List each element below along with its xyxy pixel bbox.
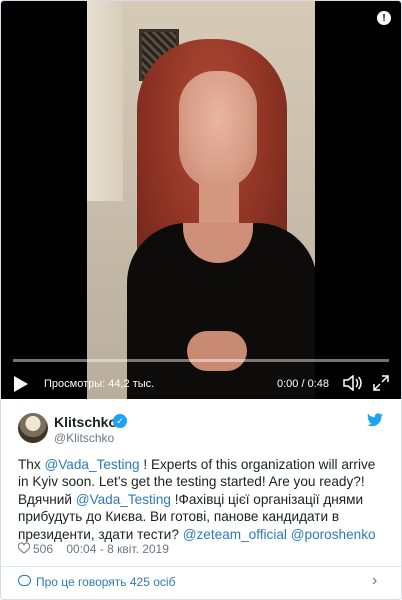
twitter-bird-icon[interactable] <box>367 413 383 432</box>
tweet-timestamp[interactable]: 00:04 - 8 квіт. 2019 <box>66 542 169 556</box>
play-icon[interactable] <box>14 376 28 392</box>
conversation-label: Про це говорять 425 осіб <box>36 575 176 589</box>
fullscreen-icon[interactable] <box>373 375 389 396</box>
like-count: 506 <box>33 542 54 556</box>
view-count: Просмотры: 44,2 тыс. <box>44 378 155 390</box>
author-handle[interactable]: @Klitschko <box>54 431 114 445</box>
tweet-text: Thx @Vada_Testing ! Experts of this orga… <box>18 456 388 543</box>
verified-icon: ✓ <box>113 414 127 428</box>
mention-link[interactable]: @zeteam_official <box>183 527 287 542</box>
heart-icon <box>18 542 30 554</box>
tweet-card: ! Просмотры: 44,2 тыс. 0:00 / 0:48 Klits… <box>0 0 402 600</box>
tweet-text-segment: Thx <box>18 457 45 472</box>
comment-bubble-icon <box>18 575 31 586</box>
conversation-link[interactable]: Про це говорять 425 осіб › <box>1 567 401 599</box>
video-controls: Просмотры: 44,2 тыс. 0:00 / 0:48 <box>1 369 401 399</box>
video-frame <box>87 1 315 399</box>
mention-link[interactable]: @Vada_Testing <box>76 492 171 507</box>
info-icon[interactable]: ! <box>377 11 391 25</box>
mention-link[interactable]: @poroshenko <box>291 527 376 542</box>
chevron-right-icon: › <box>372 572 378 589</box>
video-time: 0:00 / 0:48 <box>277 378 329 390</box>
author-name[interactable]: Klitschko <box>54 414 117 430</box>
volume-icon[interactable] <box>343 374 363 396</box>
video-player[interactable]: ! Просмотры: 44,2 тыс. 0:00 / 0:48 <box>1 1 401 399</box>
tweet-meta: 506 00:04 - 8 квіт. 2019 <box>18 542 179 556</box>
video-progress-bar[interactable] <box>13 359 389 362</box>
like-button[interactable]: 506 <box>18 542 56 556</box>
avatar[interactable] <box>18 413 48 443</box>
mention-link[interactable]: @Vada_Testing <box>44 457 139 472</box>
